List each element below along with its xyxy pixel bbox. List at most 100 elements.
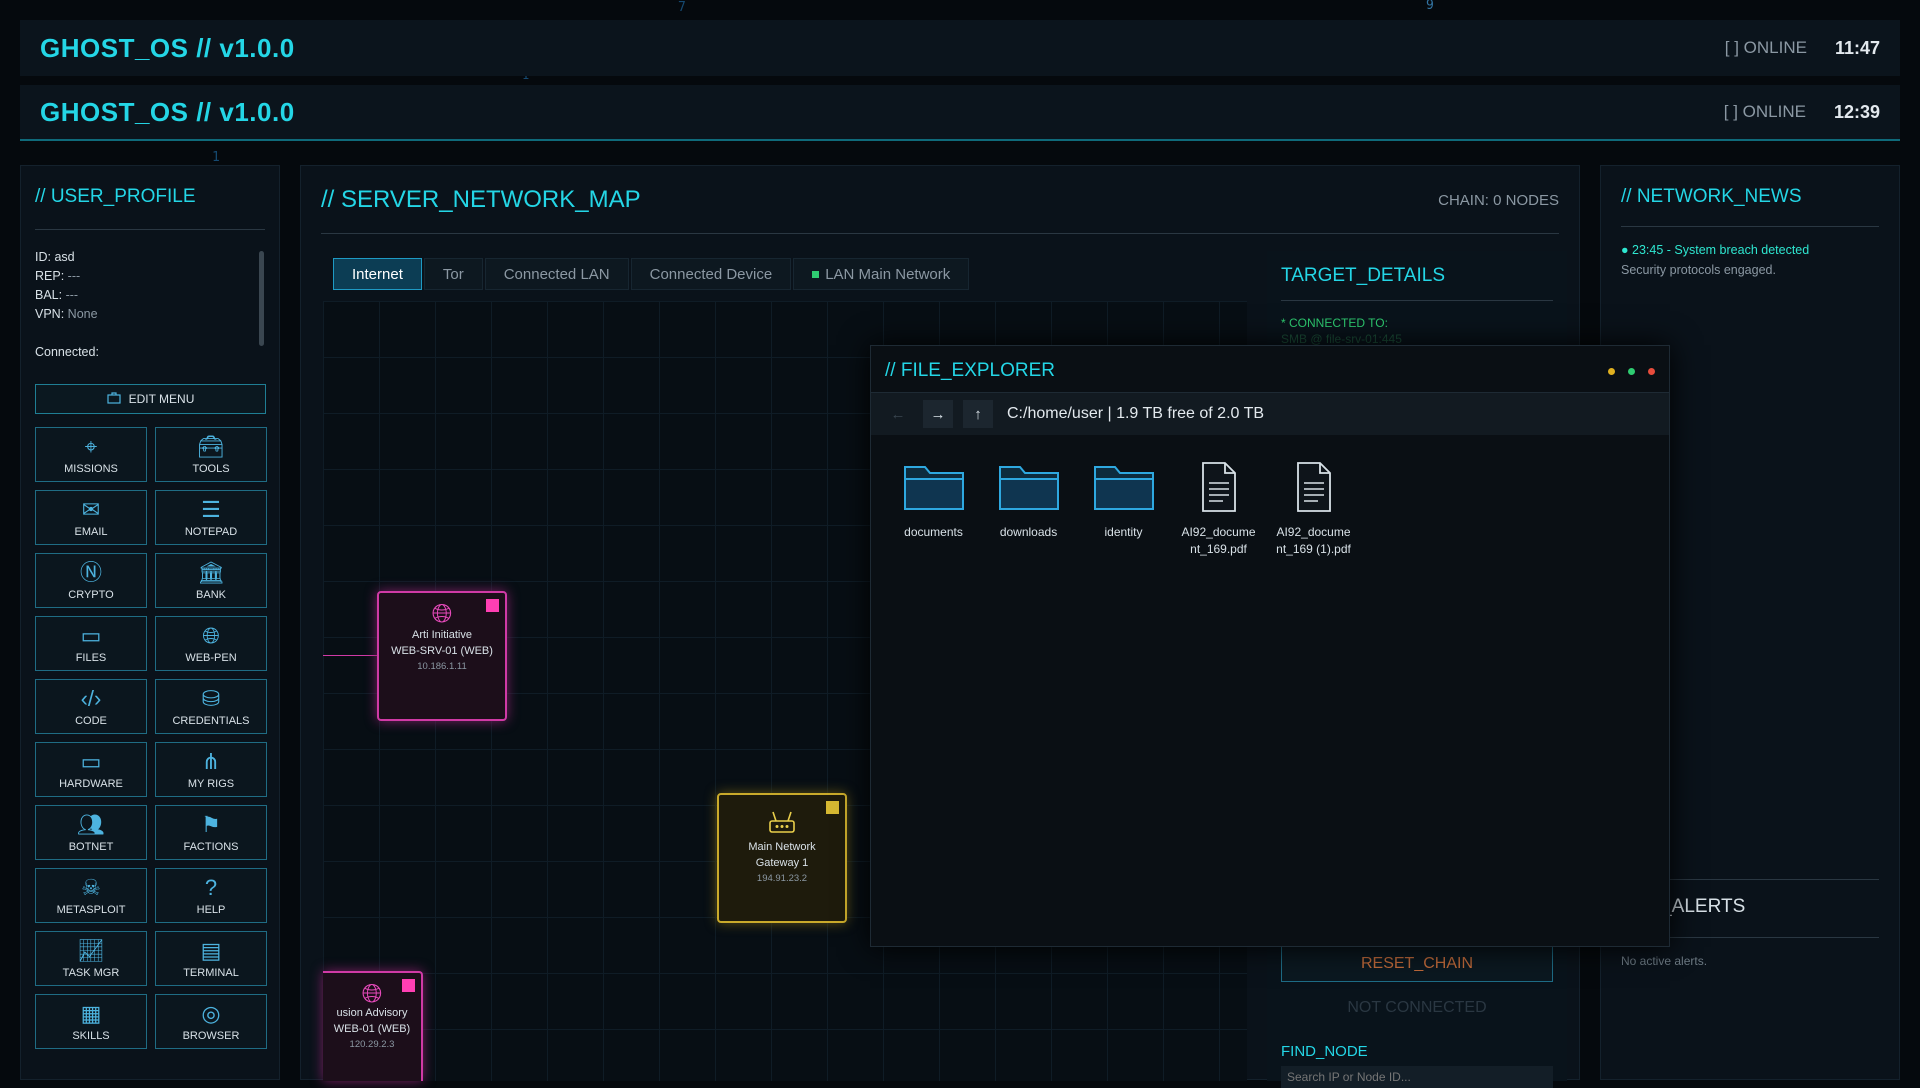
- app-factions-button[interactable]: ⚑ FACTIONS: [155, 805, 267, 860]
- app-my-rigs-button[interactable]: ⋔ MY RIGS: [155, 742, 267, 797]
- code-icon: ‹/›: [80, 686, 102, 711]
- app-task-mgr-button[interactable]: 📈︎ TASK MGR: [35, 931, 147, 986]
- chain-count: CHAIN: 0 NODES: [1438, 192, 1559, 209]
- edit-menu-label: EDIT MENU: [128, 392, 195, 406]
- up-button[interactable]: ↑: [963, 400, 993, 428]
- clock: 12:39: [1833, 101, 1880, 122]
- id-label: ID:: [35, 250, 51, 264]
- tab-lan-main-network[interactable]: LAN Main Network: [793, 258, 970, 290]
- router-icon: [767, 807, 797, 835]
- skills-icon: ▦: [80, 1001, 102, 1026]
- maximize-button[interactable]: [1628, 368, 1635, 375]
- bal-label: BAL:: [35, 288, 63, 302]
- node-subtitle: Gateway 1: [755, 857, 809, 869]
- file-item[interactable]: AI92_document_169.pdf: [1180, 456, 1257, 558]
- folder-item[interactable]: downloads: [990, 456, 1067, 558]
- gateway-node[interactable]: Main Network Gateway 1 194.91.23.2: [717, 793, 847, 923]
- connection-target: SMB @ file-srv-01:445: [1281, 332, 1402, 346]
- app-crypto-button[interactable]: Ⓝ CRYPTO: [35, 553, 147, 608]
- tab-internet[interactable]: Internet: [333, 258, 422, 290]
- bal-value: ---: [65, 288, 79, 302]
- tab-connected-lan[interactable]: Connected LAN: [484, 258, 629, 290]
- close-button[interactable]: [1648, 368, 1655, 375]
- news-headline: ● 23:45 - System breach detected: [1621, 243, 1810, 257]
- globe-search-icon: 🌐︎: [202, 623, 220, 648]
- app-label: BOTNET: [68, 841, 114, 853]
- node-subtitle: WEB-01 (WEB): [333, 1023, 411, 1035]
- app-code-button[interactable]: ‹/› CODE: [35, 679, 147, 734]
- app-credentials-button[interactable]: ⛁ CREDENTIALS: [155, 679, 267, 734]
- server-node[interactable]: 🌐︎ usion Advisory WEB-01 (WEB) 120.29.2.…: [323, 971, 423, 1081]
- app-botnet-button[interactable]: 👥︎ BOTNET: [35, 805, 147, 860]
- app-label: TERMINAL: [183, 967, 239, 979]
- notepad-icon: ☰: [201, 497, 221, 522]
- brand-title: GHOST_OS // v1.0.0: [40, 32, 295, 63]
- user-profile-panel: // USER_PROFILE ID: asd REP: --- BAL: --…: [20, 165, 280, 1080]
- app-label: BROWSER: [182, 1030, 240, 1042]
- node-ip: 120.29.2.3: [349, 1039, 395, 1050]
- globe-icon: 🌐︎: [361, 978, 383, 1008]
- file-name: AI92_document_169.pdf: [1181, 525, 1256, 556]
- current-path: C:/home/user | 1.9 TB free of 2.0 TB: [1007, 405, 1265, 422]
- app-web-pen-button[interactable]: 🌐︎ WEB-PEN: [155, 616, 267, 671]
- folder-icon: [997, 456, 1061, 518]
- app-email-button[interactable]: ✉ EMAIL: [35, 490, 147, 545]
- app-hardware-button[interactable]: ▭ HARDWARE: [35, 742, 147, 797]
- clock: 11:47: [1834, 37, 1880, 58]
- connection-status: NOT CONNECTED: [1347, 999, 1487, 1016]
- node-name: Main Network: [748, 841, 816, 853]
- folder-item[interactable]: identity: [1085, 456, 1162, 558]
- app-bank-button[interactable]: 🏛︎ BANK: [155, 553, 267, 608]
- app-missions-button[interactable]: ⌖ MISSIONS: [35, 427, 147, 482]
- profile-scrollbar[interactable]: [259, 251, 264, 346]
- app-label: CODE: [75, 715, 107, 727]
- online-status: [ ] ONLINE: [1723, 102, 1806, 121]
- divider: [1621, 226, 1879, 227]
- tab-tor[interactable]: Tor: [423, 258, 483, 290]
- server-node[interactable]: 🌐︎ Arti Initiative WEB-SRV-01 (WEB) 10.1…: [377, 591, 507, 721]
- document-icon: [1199, 456, 1239, 518]
- app-label: TOOLS: [192, 463, 230, 475]
- app-terminal-button[interactable]: ▤ TERMINAL: [155, 931, 267, 986]
- node-ip: 194.91.23.2: [756, 873, 808, 884]
- forward-button[interactable]: →: [923, 400, 953, 428]
- app-grid: ⌖ MISSIONS 🧰︎ TOOLS ✉ EMAIL ☰ NOTEPAD Ⓝ CRYPTO 🏛︎ B…: [35, 427, 275, 1049]
- app-files-button[interactable]: ▭ FILES: [35, 616, 147, 671]
- reset-chain-button[interactable]: RESET_CHAIN: [1281, 946, 1553, 982]
- file-name: downloads: [999, 525, 1058, 539]
- find-node-input[interactable]: [1281, 1066, 1553, 1088]
- app-label: TASK MGR: [62, 967, 120, 979]
- app-label: WEB-PEN: [185, 652, 237, 664]
- app-skills-button[interactable]: ▦ SKILLS: [35, 994, 147, 1049]
- monitor-icon: ▭: [80, 749, 102, 774]
- file-explorer-window[interactable]: // FILE_EXPLORER ← → ↑ C:/home/user | 1.…: [870, 345, 1670, 947]
- alerts-empty: No active alerts.: [1621, 954, 1708, 968]
- window-title: // FILE_EXPLORER: [885, 360, 1056, 381]
- find-node-label: FIND_NODE: [1281, 1043, 1368, 1060]
- online-status: [ ] ONLINE: [1724, 38, 1807, 57]
- tab-connected-device[interactable]: Connected Device: [630, 258, 792, 290]
- minimize-button[interactable]: [1608, 368, 1615, 375]
- file-list: documents downloads identity AI92_document_…: [895, 456, 1352, 558]
- app-label: SKILLS: [72, 1030, 110, 1042]
- file-name: documents: [904, 525, 963, 539]
- top-header-bar: GHOST_OS // v1.0.0 [ ] ONLINE 11:47: [20, 20, 1900, 76]
- app-notepad-button[interactable]: ☰ NOTEPAD: [155, 490, 267, 545]
- folder-item[interactable]: documents: [895, 456, 972, 558]
- app-metasploit-button[interactable]: ☠ METASPLOIT: [35, 868, 147, 923]
- app-label: FACTIONS: [183, 841, 239, 853]
- app-tools-button[interactable]: 🧰︎ TOOLS: [155, 427, 267, 482]
- app-label: FILES: [75, 652, 107, 664]
- edit-menu-button[interactable]: EDIT MENU: [35, 384, 266, 414]
- node-subtitle: WEB-SRV-01 (WEB): [391, 645, 493, 657]
- node-tag: [402, 979, 415, 992]
- app-label: BANK: [196, 589, 226, 601]
- file-item[interactable]: AI92_document_169 (1).pdf: [1275, 456, 1352, 558]
- brand-title: GHOST_OS // v1.0.0: [40, 96, 295, 127]
- id-value: asd: [54, 250, 75, 264]
- app-browser-button[interactable]: ◎ BROWSER: [155, 994, 267, 1049]
- back-button[interactable]: ←: [883, 400, 913, 428]
- app-help-button[interactable]: ? HELP: [155, 868, 267, 923]
- rain-digit: 1: [212, 150, 220, 165]
- browser-icon: ◎: [201, 1001, 221, 1026]
